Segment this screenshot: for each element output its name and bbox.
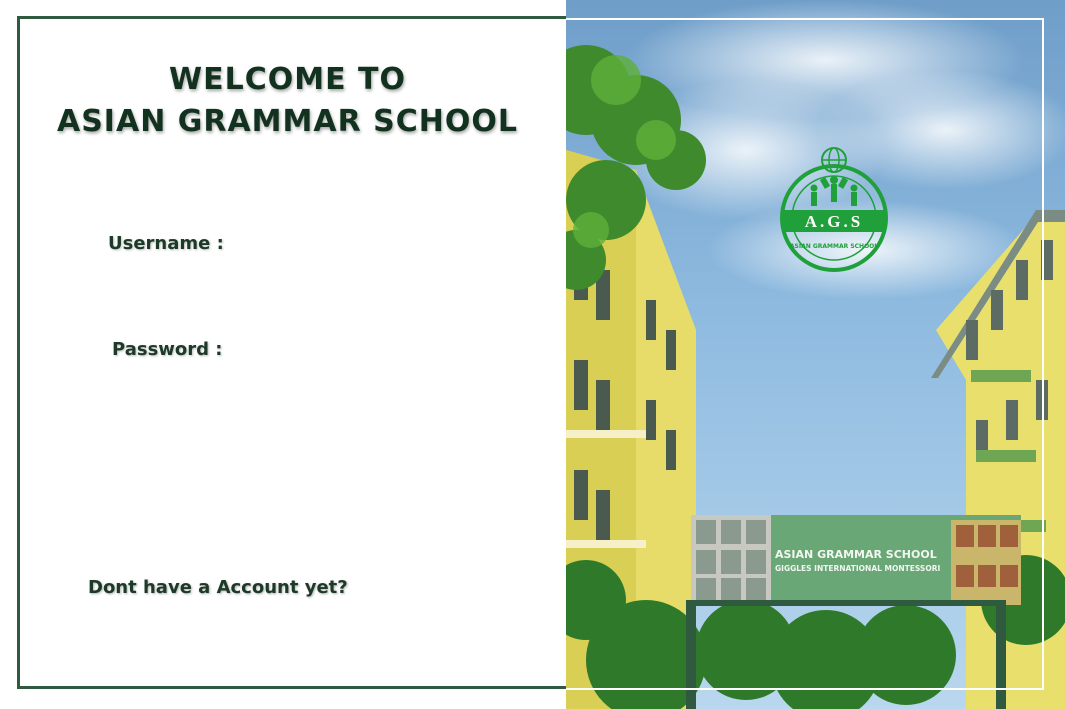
right-balcony — [971, 370, 1031, 382]
title-line-2: ASIAN GRAMMAR SCHOOL — [56, 104, 519, 139]
right-balcony — [976, 450, 1036, 462]
username-label: Username : — [108, 233, 224, 254]
campus-illustration — [566, 0, 1065, 709]
arch-pillar-left — [686, 600, 696, 709]
password-input[interactable] — [230, 337, 534, 365]
signup-link[interactable]: Dont have a Account yet? — [88, 577, 348, 598]
banner-montessori-name: GIGGLES INTERNATIONAL MONTESSORI — [775, 564, 941, 573]
logo-subtext: ASIAN GRAMMAR SCHOOL — [790, 243, 878, 250]
campus-photo — [566, 0, 1065, 709]
title-line-1: WELCOME TO — [169, 62, 406, 97]
left-balcony — [566, 540, 646, 548]
ags-logo-icon: A.G.S ASIAN GRAMMAR SCHOOL — [780, 147, 888, 272]
page-title: WELCOME TO ASIAN GRAMMAR SCHOOL — [20, 59, 555, 143]
logo-text: A.G.S — [805, 212, 863, 231]
left-balcony — [566, 430, 646, 438]
password-label: Password : — [112, 339, 223, 360]
arch-beam — [686, 600, 1006, 606]
arch-pillar-right — [996, 600, 1006, 709]
username-input[interactable] — [230, 231, 534, 259]
banner-school-name: ASIAN GRAMMAR SCHOOL — [775, 548, 937, 561]
login-panel: WELCOME TO ASIAN GRAMMAR SCHOOL Username… — [17, 16, 577, 689]
login-page: WELCOME TO ASIAN GRAMMAR SCHOOL Username… — [0, 0, 1065, 709]
school-logo: A.G.S ASIAN GRAMMAR SCHOOL — [776, 140, 892, 272]
